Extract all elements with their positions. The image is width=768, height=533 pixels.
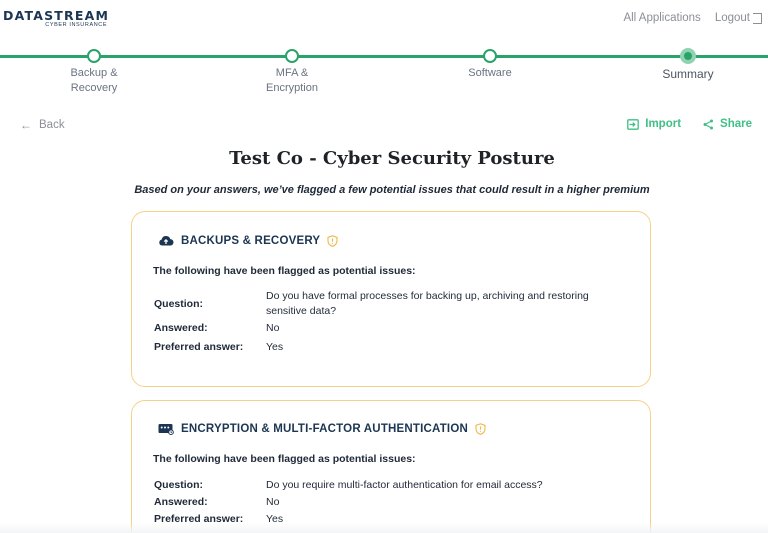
- all-applications-link[interactable]: All Applications: [623, 12, 700, 24]
- step-complete-dot: [483, 49, 497, 63]
- share-icon: [703, 119, 714, 129]
- question-row: Question: Do you have formal processes f…: [154, 289, 624, 319]
- backups-recovery-card: BACKUPS & RECOVERY The following have be…: [131, 211, 651, 387]
- step-complete-dot: [87, 49, 101, 63]
- step-summary[interactable]: Summary: [618, 48, 758, 82]
- answered-row: Answered: No: [154, 321, 624, 336]
- question-label: Question:: [154, 479, 203, 491]
- page-title: Test Co - Cyber Security Posture: [229, 148, 555, 169]
- back-button[interactable]: ← Back: [20, 118, 65, 132]
- progress-stepper: Backup & Recovery MFA & Encryption Softw…: [0, 48, 768, 98]
- preferred-answer-value: Yes: [266, 341, 284, 353]
- question-label: Question:: [154, 298, 203, 310]
- logo-tagline: CYBER INSURANCE: [45, 22, 108, 28]
- step-label: MFA & Encryption: [266, 67, 318, 94]
- logout-icon: [753, 12, 762, 24]
- cloud-upload-icon: [159, 235, 174, 246]
- top-header: DATASTREAM CYBER INSURANCE All Applicati…: [0, 0, 768, 40]
- arrow-left-icon: ←: [20, 118, 32, 132]
- encryption-mfa-card: ENCRYPTION & MULTI-FACTOR AUTHENTICATION…: [131, 400, 651, 533]
- logo-wordmark: DATASTREAM: [3, 8, 110, 23]
- step-mfa-encryption[interactable]: MFA & Encryption: [222, 48, 362, 96]
- import-icon: [627, 118, 640, 130]
- import-label: Import: [645, 118, 682, 130]
- header-nav: All Applications Logout: [609, 12, 762, 24]
- card-title: BACKUPS & RECOVERY: [181, 234, 321, 247]
- scroll-fade: [0, 523, 768, 533]
- share-label: Share: [720, 118, 752, 130]
- preferred-answer-row: Preferred answer: Yes: [154, 340, 624, 355]
- issue-details: Question: Do you require multi-factor au…: [154, 478, 624, 529]
- answered-row: Answered: No: [154, 495, 624, 510]
- page-subtitle: Based on your answers, we’ve flagged a f…: [134, 184, 650, 196]
- step-backup-recovery[interactable]: Backup & Recovery: [24, 48, 164, 96]
- logout-label: Logout: [714, 12, 750, 24]
- flagged-issues-text: The following have been flagged as poten…: [153, 453, 416, 465]
- import-button[interactable]: Import: [627, 118, 681, 130]
- datastream-logo[interactable]: DATASTREAM CYBER INSURANCE: [3, 9, 109, 29]
- answered-label: Answered:: [154, 496, 208, 508]
- shield-icon: [327, 234, 338, 247]
- answered-value: No: [266, 322, 280, 334]
- question-row: Question: Do you require multi-factor au…: [154, 478, 624, 493]
- step-current-dot: [680, 48, 696, 64]
- shield-icon: [475, 423, 486, 435]
- card-title: ENCRYPTION & MULTI-FACTOR AUTHENTICATION: [181, 423, 468, 435]
- preferred-answer-label: Preferred answer:: [154, 341, 244, 353]
- answered-value: No: [266, 496, 280, 508]
- page-actions: Import Share: [605, 118, 752, 130]
- id-card-icon: [158, 424, 174, 435]
- logout-link[interactable]: Logout: [715, 12, 762, 24]
- flagged-issues-text: The following have been flagged as poten…: [153, 265, 416, 277]
- issue-details: Question: Do you have formal processes f…: [154, 289, 624, 359]
- back-label: Back: [39, 119, 65, 131]
- step-complete-dot: [285, 49, 299, 63]
- step-software[interactable]: Software: [420, 48, 560, 81]
- share-button[interactable]: Share: [703, 118, 752, 130]
- card-header: ENCRYPTION & MULTI-FACTOR AUTHENTICATION: [158, 423, 486, 435]
- answered-label: Answered:: [154, 322, 208, 334]
- question-value: Do you require multi-factor authenticati…: [266, 479, 543, 491]
- question-value: Do you have formal processes for backing…: [266, 290, 589, 317]
- step-label: Software: [468, 67, 512, 79]
- step-label: Backup & Recovery: [70, 67, 118, 94]
- step-label: Summary: [662, 67, 714, 81]
- card-header: BACKUPS & RECOVERY: [158, 234, 338, 247]
